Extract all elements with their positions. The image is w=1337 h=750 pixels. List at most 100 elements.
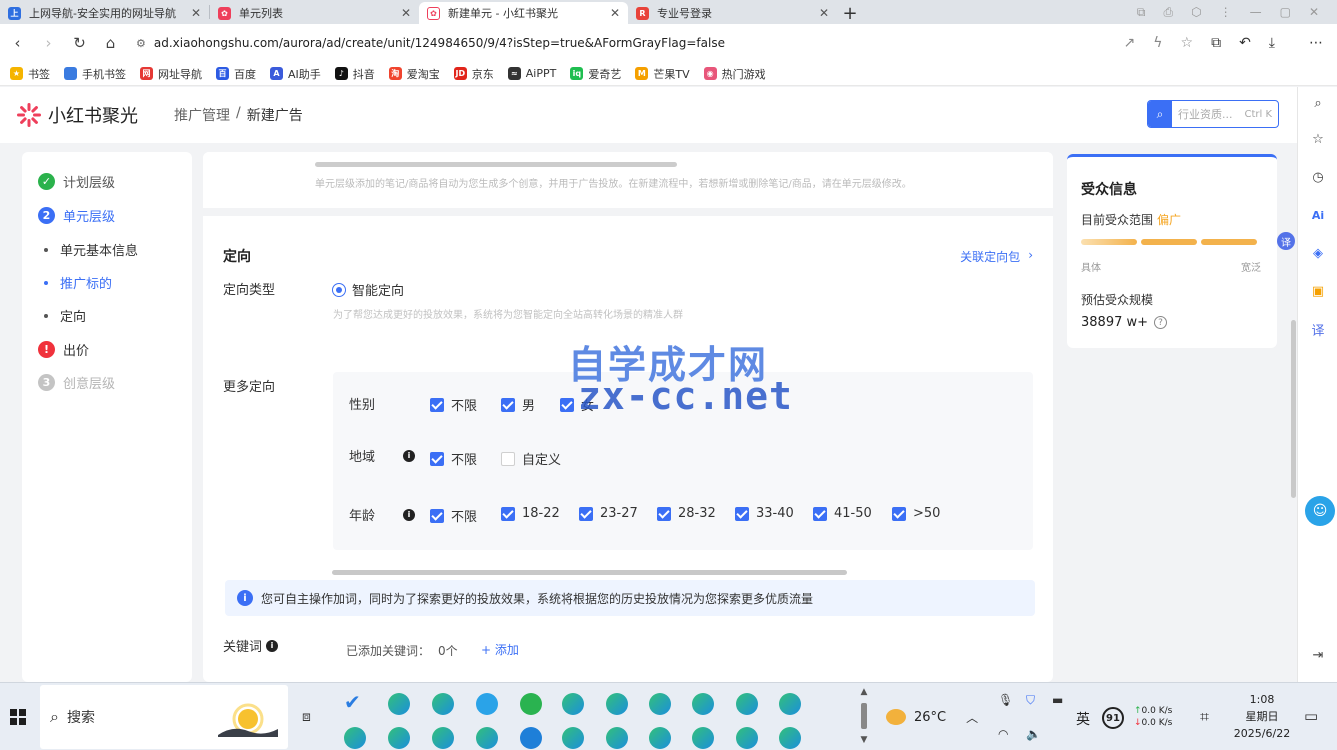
age-over-50-checkbox[interactable]: >50 [892, 506, 940, 521]
star-icon[interactable]: ☆ [1181, 35, 1194, 51]
taskbar-scroller[interactable]: ▲ ▼ [858, 687, 870, 747]
battery-gauge[interactable]: 91 [1102, 707, 1124, 729]
edge-browser-icon[interactable] [388, 693, 410, 715]
edge-browser-icon[interactable] [562, 693, 584, 715]
region-custom-checkbox[interactable]: 自定义 [501, 449, 561, 468]
bookmark-item[interactable]: ♪ 抖音 [334, 66, 375, 82]
horizontal-scrollbar[interactable] [315, 162, 677, 167]
info-icon[interactable]: i [266, 639, 279, 652]
bookmark-item[interactable]: 手机书签 [64, 66, 126, 82]
extensions-icon[interactable]: ⧉ [1211, 35, 1221, 51]
extension-icon[interactable]: ⬡ [1191, 5, 1201, 19]
step-plan[interactable]: ✓ 计划层级 [38, 172, 115, 191]
sub-item-basic-info[interactable]: 单元基本信息 [44, 240, 138, 259]
step-creative[interactable]: 3 创意层级 [38, 373, 115, 392]
edge-browser-icon[interactable] [692, 727, 714, 749]
close-icon[interactable]: ✕ [819, 6, 829, 20]
more-icon[interactable]: ⋯ [1309, 35, 1323, 51]
ime-indicator[interactable]: 英 [1076, 709, 1090, 729]
search-icon[interactable]: ⌕ [1148, 101, 1172, 127]
bookmark-item[interactable]: JD 京东 [453, 66, 494, 82]
sub-item-targeting[interactable]: 定向 [44, 306, 86, 325]
edge-browser-icon[interactable] [649, 727, 671, 749]
task-view-icon[interactable]: ⧈ [302, 709, 311, 725]
sub-item-promo-target[interactable]: 推广标的 [44, 273, 112, 292]
microphone-icon[interactable]: 🎙 [998, 693, 1013, 707]
qualification-search[interactable]: ⌕ 行业资质... Ctrl K [1147, 100, 1279, 128]
tab-pro-login[interactable]: R 专业号登录 ✕ [628, 2, 837, 24]
new-tab-button[interactable]: + [837, 2, 863, 24]
favorites-icon[interactable]: ☆ [1308, 129, 1328, 149]
link-targeting-package[interactable]: 关联定向包 › [960, 248, 1033, 265]
age-28-32-checkbox[interactable]: 28-32 [657, 506, 716, 521]
download-icon[interactable]: ⤓ [1269, 35, 1275, 51]
edge-browser-icon[interactable] [562, 727, 584, 749]
breadcrumb-parent[interactable]: 推广管理 [174, 105, 230, 125]
bookmark-item[interactable]: 淘爱淘宝 [388, 66, 440, 82]
close-icon[interactable]: ✕ [191, 6, 201, 20]
step-unit[interactable]: 2 单元层级 [38, 206, 115, 225]
edge-browser-icon[interactable] [344, 727, 366, 749]
tab-nav-site[interactable]: 上 上网导航-安全实用的网址导航 ✕ [0, 2, 209, 24]
edge-browser-icon[interactable] [779, 693, 801, 715]
chat-assistant-icon[interactable]: ☺ [1305, 496, 1335, 526]
edge-browser-icon[interactable] [606, 727, 628, 749]
toolbox-icon[interactable]: ▣ [1308, 281, 1328, 301]
edge-browser-icon[interactable] [736, 693, 758, 715]
undo-icon[interactable]: ↶ [1239, 35, 1251, 51]
chevron-up-icon[interactable]: ▲ [858, 687, 870, 697]
info-icon[interactable]: i [403, 449, 416, 462]
info-icon[interactable]: i [403, 508, 416, 521]
taskbar-search[interactable]: ⌕ 搜索 [40, 685, 288, 749]
tab-unit-list[interactable]: ✿ 单元列表 ✕ [210, 2, 419, 24]
close-icon[interactable]: ✕ [401, 6, 411, 20]
bookmark-item[interactable]: ≈ AiPPT [507, 67, 556, 80]
translate-panel-icon[interactable]: 译 [1308, 319, 1328, 339]
step-bid[interactable]: ! 出价 [38, 340, 89, 359]
security-shield-icon[interactable]: ⛉ [1026, 693, 1035, 708]
bookmark-item[interactable]: ◉ 热门游戏 [703, 66, 766, 82]
bookmark-item[interactable]: A AI助手 [270, 66, 321, 82]
age-18-22-checkbox[interactable]: 18-22 [501, 506, 560, 521]
chat-app-icon[interactable] [476, 693, 498, 715]
brand-logo[interactable]: 小红书聚光 [16, 102, 138, 128]
close-icon[interactable]: ✕ [610, 6, 620, 20]
volume-icon[interactable]: 🔈 [1026, 727, 1041, 741]
tab-actions-icon[interactable]: ⧉ [1137, 5, 1146, 20]
age-23-27-checkbox[interactable]: 23-27 [579, 506, 638, 521]
ai-icon[interactable]: Ai [1308, 205, 1328, 225]
battery-plug-icon[interactable]: ▬ [1052, 693, 1063, 707]
age-41-50-checkbox[interactable]: 41-50 [813, 506, 872, 521]
window-close-icon[interactable]: ✕ [1309, 5, 1319, 19]
edge-browser-icon[interactable] [520, 727, 542, 749]
tab-new-unit[interactable]: ✿ 新建单元 - 小红书聚光 ✕ [419, 2, 628, 24]
edge-browser-icon[interactable] [476, 727, 498, 749]
taskbar-scroll-thumb[interactable] [861, 703, 867, 729]
edge-browser-icon[interactable] [692, 693, 714, 715]
print-icon[interactable]: ⎙ [1164, 5, 1174, 20]
maximize-icon[interactable]: ▢ [1280, 5, 1291, 19]
gender-any-checkbox[interactable]: 不限 [430, 395, 477, 414]
chevron-up-icon[interactable]: ︿ [966, 709, 978, 726]
edge-browser-icon[interactable] [432, 727, 454, 749]
back-icon[interactable]: ‹ [2, 34, 33, 52]
gamepad-icon[interactable]: ◈ [1308, 243, 1328, 263]
weather-widget[interactable]: 26°C [886, 709, 946, 725]
age-any-checkbox[interactable]: 不限 [430, 506, 477, 525]
help-icon[interactable]: ? [1154, 316, 1168, 329]
forward-icon[interactable]: › [33, 34, 64, 52]
reload-icon[interactable]: ↻ [64, 34, 95, 52]
bookmark-item[interactable]: 百百度 [216, 66, 256, 82]
minimize-icon[interactable]: — [1250, 5, 1262, 19]
chevron-down-icon[interactable]: ▼ [858, 735, 870, 745]
bookmark-item[interactable]: iq 爱奇艺 [570, 66, 621, 82]
edge-browser-icon[interactable] [649, 693, 671, 715]
gender-male-checkbox[interactable]: 男 [501, 395, 535, 414]
translate-icon[interactable]: 译 [1277, 232, 1295, 250]
bookmark-item[interactable]: ★ 书签 [10, 66, 50, 82]
menu-dots-icon[interactable]: ⋮ [1220, 5, 1232, 19]
smart-targeting-radio[interactable]: 智能定向 [332, 280, 404, 299]
page-scrollbar[interactable] [1291, 320, 1296, 498]
history-icon[interactable]: ◷ [1308, 167, 1328, 187]
system-clock[interactable]: 1:08 星期日 2025/6/22 [1228, 691, 1296, 742]
